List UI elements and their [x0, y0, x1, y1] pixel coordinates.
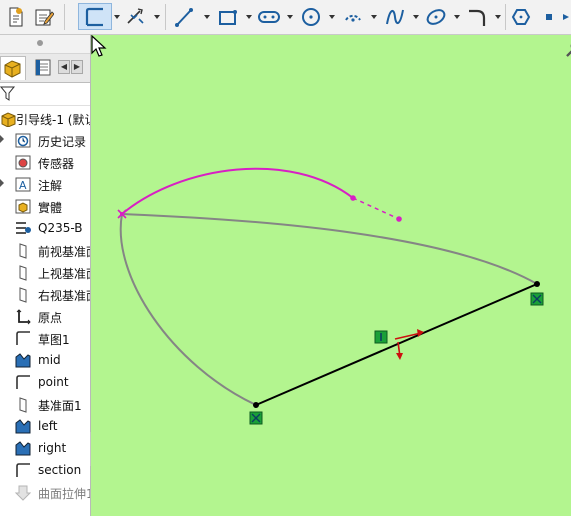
- guide-handle-point[interactable]: [396, 216, 402, 222]
- filter-row[interactable]: [0, 83, 90, 106]
- guide-control-point[interactable]: [350, 195, 356, 201]
- panel-tabs: ◀ ▶: [0, 54, 90, 83]
- expand-arrow-icon[interactable]: [0, 135, 4, 143]
- mouse-cursor-icon: [91, 35, 107, 57]
- panel-grip[interactable]: [0, 35, 90, 54]
- plane-icon: [19, 287, 27, 303]
- upper-gray-curve[interactable]: [121, 213, 538, 285]
- material-icon: [16, 222, 31, 234]
- plane-icon: [19, 265, 27, 281]
- spline-icon[interactable]: [383, 3, 407, 30]
- smart-dimension-icon[interactable]: [124, 3, 148, 30]
- sketch-icon: [16, 463, 30, 477]
- property-manager-tab[interactable]: [30, 56, 56, 80]
- tree-item-history[interactable]: 历史记录: [0, 129, 90, 151]
- fillet-icon[interactable]: [465, 3, 489, 30]
- sketch-3d-icon: [15, 353, 31, 368]
- tree-item-point[interactable]: point: [0, 371, 90, 393]
- sketch-3d-icon: [15, 419, 31, 434]
- filter-icon[interactable]: [0, 85, 16, 103]
- tree-root[interactable]: 引导线-1 (默认: [0, 107, 90, 129]
- surface-extrude-icon: [14, 485, 32, 501]
- black-line[interactable]: [255, 283, 538, 406]
- tree-item-front-plane[interactable]: 前视基准面: [0, 239, 90, 261]
- sketch-geometry: [117, 167, 544, 425]
- expand-arrow-icon[interactable]: [0, 179, 4, 187]
- plane-icon: [19, 243, 27, 259]
- guide-curve[interactable]: [121, 167, 354, 215]
- tree-item-left[interactable]: left: [0, 415, 90, 437]
- sketch-icon[interactable]: [78, 3, 112, 30]
- sketch-icon: [16, 375, 30, 389]
- tree-item-sensors[interactable]: 传感器: [0, 151, 90, 173]
- annotation-icon: A: [15, 177, 31, 192]
- origin-icon: [16, 309, 31, 325]
- point-icon[interactable]: [540, 3, 558, 30]
- guide-curve-extension[interactable]: [352, 197, 400, 220]
- tree-item-surface-extrude[interactable]: 曲面拉伸1: [0, 481, 90, 503]
- solid-bodies-icon: [15, 199, 31, 214]
- svg-text:A: A: [19, 179, 27, 192]
- line-end-point[interactable]: [534, 281, 540, 287]
- feature-manager-tab[interactable]: [0, 56, 26, 80]
- tree-item-origin[interactable]: 原点: [0, 305, 90, 327]
- plane-icon: [19, 397, 27, 413]
- tree-item-section[interactable]: section: [0, 459, 90, 481]
- midpoint-constraint-icon[interactable]: [374, 330, 388, 344]
- circle-icon[interactable]: [299, 3, 323, 30]
- tree-item-plane1[interactable]: 基准面1: [0, 393, 90, 415]
- coincident-constraint-icon[interactable]: [249, 411, 263, 425]
- tree-item-right-plane[interactable]: 右视基准面: [0, 283, 90, 305]
- ellipse-icon[interactable]: [424, 3, 448, 30]
- line-start-point[interactable]: [253, 402, 259, 408]
- sketch-icon: [16, 331, 30, 345]
- graphics-area[interactable]: [91, 35, 571, 516]
- tree-item-right[interactable]: right: [0, 437, 90, 459]
- new-file-icon[interactable]: [4, 3, 28, 30]
- tree-root-label: 引导线-1 (默认: [16, 113, 91, 127]
- slot-icon[interactable]: [257, 3, 281, 30]
- sketch-toolbar: [0, 0, 571, 35]
- polygon-icon[interactable]: [509, 3, 533, 30]
- tree-item-material[interactable]: Q235-B: [0, 217, 90, 239]
- tree-item-mid[interactable]: mid: [0, 349, 90, 371]
- left-gray-curve[interactable]: [119, 213, 257, 406]
- edit-sketch-icon[interactable]: [32, 3, 56, 30]
- tree-item-annotations[interactable]: A 注解: [0, 173, 90, 195]
- tab-scroll-left[interactable]: ◀: [58, 60, 70, 74]
- sketch-3d-icon: [15, 441, 31, 456]
- sensor-icon: [15, 155, 31, 170]
- tree-item-solid-bodies[interactable]: 實體: [0, 195, 90, 217]
- feature-manager-panel: ◀ ▶ 引导线-1 (默认 历史记录 传感器 A 注解 實體 Q235-B 前视…: [0, 35, 91, 516]
- line-icon[interactable]: [172, 3, 196, 30]
- overflow-icon[interactable]: [560, 3, 571, 30]
- history-icon: [15, 133, 31, 148]
- tab-scroll-right[interactable]: ▶: [71, 60, 83, 74]
- rectangle-icon[interactable]: [216, 3, 240, 30]
- tree-item-top-plane[interactable]: 上视基准面: [0, 261, 90, 283]
- tree-item-sketch1[interactable]: 草图1: [0, 327, 90, 349]
- coincident-constraint-icon[interactable]: [530, 292, 544, 306]
- arc-icon[interactable]: [341, 3, 365, 30]
